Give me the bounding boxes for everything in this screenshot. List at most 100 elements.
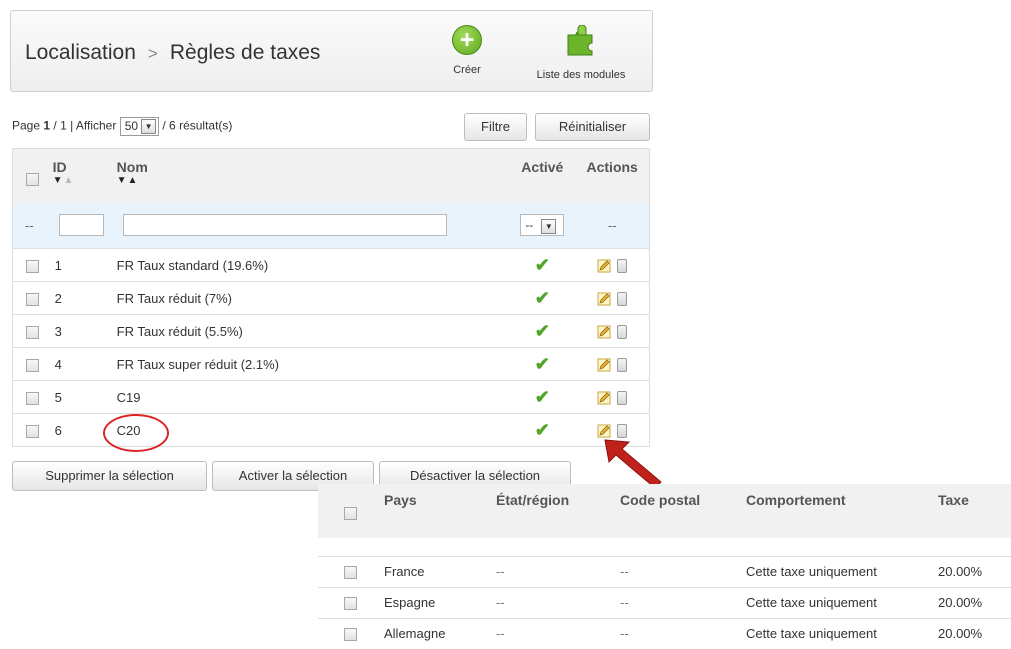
per-page-value: 50 [124,119,139,133]
row-name: FR Taux super réduit (2.1%) [116,347,510,381]
filter-name-input[interactable] [122,214,447,237]
row-id: 1 [52,248,117,282]
col-header-active: Activé [509,148,576,203]
row-name: C19 [116,380,510,414]
filter-actions-dash: -- [575,202,650,249]
breadcrumb-separator: > [147,44,158,63]
filter-id-input[interactable] [58,214,104,237]
row-name: FR Taux réduit (5.5%) [116,314,510,348]
pencil-icon[interactable] [597,325,611,339]
breadcrumb-localisation[interactable]: Localisation [25,41,136,64]
row-checkbox[interactable] [26,391,39,405]
breadcrumb: Localisation > Règles de taxes [25,41,320,65]
trash-icon[interactable] [617,291,628,306]
sort-arrows-id[interactable]: ▼▲ [53,175,117,186]
filter-button[interactable]: Filtre [464,113,527,141]
table-row[interactable]: 1 FR Taux standard (19.6%) ✔ [12,248,650,282]
page-label: Page [12,118,41,133]
row-checkbox[interactable] [26,325,39,339]
detail-row[interactable]: Espagne -- -- Cette taxe uniquement 20.00% [318,586,1011,618]
col-header-name: Nom [116,159,148,175]
tax-rule-detail-table: Pays État/région Code postal Comportemen… [318,484,1011,649]
trash-icon[interactable] [617,258,628,273]
detail-row-checkbox[interactable] [344,597,357,611]
detail-country: Allemagne [384,617,496,649]
tax-rules-table: ID ▼▲ Nom ▼▲ Activé Actions -- -- ▼ -- 1F… [12,148,650,447]
detail-select-all-checkbox[interactable] [344,506,357,520]
detail-row[interactable]: France -- -- Cette taxe uniquement 20.00% [318,555,1011,587]
col-header-id: ID [52,159,67,175]
row-id: 4 [52,347,117,381]
pencil-icon[interactable] [597,391,611,405]
row-id: 3 [52,314,117,348]
detail-country: France [384,555,496,587]
reset-button[interactable]: Réinitialiser [535,113,650,141]
detail-row-checkbox[interactable] [344,566,357,580]
row-checkbox[interactable] [26,358,39,372]
annotation-arrow [604,439,662,489]
annotation-circle [103,414,169,452]
check-icon[interactable]: ✔ [535,387,550,407]
pencil-icon[interactable] [597,358,611,372]
modules-list-button[interactable]: Liste des modules [521,24,641,81]
table-row[interactable]: 5 C19 ✔ [12,380,650,414]
chevron-down-icon: ▼ [141,119,157,135]
row-name: FR Taux standard (19.6%) [116,248,510,282]
row-checkbox[interactable] [26,292,39,306]
detail-region: -- [496,617,620,649]
check-icon[interactable]: ✔ [535,255,550,275]
create-button[interactable]: + Créer [447,25,487,76]
results-count: / 6 résultat(s) [162,118,233,133]
detail-col-country: Pays [384,484,496,538]
page-current: 1 [43,118,51,133]
detail-region: -- [496,586,620,618]
row-name: FR Taux réduit (7%) [116,281,510,315]
detail-behavior: Cette taxe uniquement [746,555,938,587]
check-icon[interactable]: ✔ [535,420,550,440]
per-page-select[interactable]: 50 ▼ [119,117,160,136]
detail-tax: 20.00% [938,617,1011,649]
row-checkbox[interactable] [26,424,39,438]
delete-selection-button[interactable]: Supprimer la sélection [12,461,207,491]
pencil-icon[interactable] [597,292,611,306]
table-header-row: ID ▼▲ Nom ▼▲ Activé Actions [12,148,650,203]
tax-rule-detail-panel: Pays État/région Code postal Comportemen… [318,484,1011,649]
row-checkbox[interactable] [26,259,39,273]
sort-arrows-name[interactable]: ▼▲ [117,175,510,186]
select-all-checkbox[interactable] [26,172,39,186]
detail-tax: 20.00% [938,586,1011,618]
table-row[interactable]: 3 FR Taux réduit (5.5%) ✔ [12,314,650,348]
puzzle-icon [567,24,593,56]
row-id: 2 [52,281,117,315]
detail-zip: -- [620,617,746,649]
table-row[interactable]: 4 FR Taux super réduit (2.1%) ✔ [12,347,650,381]
detail-zip: -- [620,586,746,618]
table-row[interactable]: 2 FR Taux réduit (7%) ✔ [12,281,650,315]
detail-country: Espagne [384,586,496,618]
pagination-bar: Page 1 / 1 | Afficher 50 ▼ / 6 résultat(s… [12,117,232,136]
detail-zip: -- [620,555,746,587]
filter-active-value: -- [525,218,534,233]
detail-header-row: Pays État/région Code postal Comportemen… [318,484,1011,538]
filter-dash: -- [12,202,53,249]
page-total: / 1 | Afficher [53,118,117,133]
trash-icon[interactable] [617,324,628,339]
pencil-icon[interactable] [597,259,611,273]
detail-col-zip: Code postal [620,484,746,538]
chevron-down-icon: ▼ [541,218,557,234]
trash-icon[interactable] [617,390,628,405]
filter-active-select[interactable]: -- ▼ [520,214,565,237]
detail-tax: 20.00% [938,555,1011,587]
detail-row-checkbox[interactable] [344,628,357,642]
plus-circle-icon: + [452,25,482,55]
detail-behavior: Cette taxe uniquement [746,617,938,649]
detail-row[interactable]: Allemagne -- -- Cette taxe uniquement 20.00% [318,617,1011,649]
check-icon[interactable]: ✔ [535,354,550,374]
check-icon[interactable]: ✔ [535,321,550,341]
toolbar-header: Localisation > Règles de taxes + Créer Lis… [10,10,653,92]
check-icon[interactable]: ✔ [535,288,550,308]
detail-region: -- [496,555,620,587]
trash-icon[interactable] [617,357,628,372]
row-id: 5 [52,380,117,414]
detail-col-behavior: Comportement [746,484,938,538]
